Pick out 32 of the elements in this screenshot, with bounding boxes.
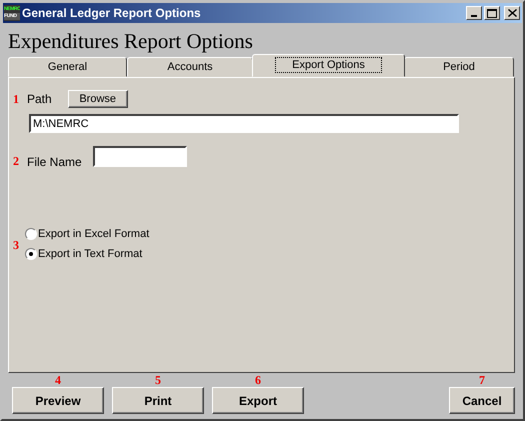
page-heading: Expenditures Report Options xyxy=(7,28,254,53)
file-name-field[interactable] xyxy=(92,146,187,167)
action-button[interactable]: Export xyxy=(212,387,304,414)
field-label: File Name xyxy=(27,154,82,168)
minimize-icon xyxy=(471,15,477,17)
minimize-button[interactable] xyxy=(466,6,482,20)
action-button[interactable]: Preview xyxy=(12,387,104,414)
option-label: Export in Text Format xyxy=(38,248,142,260)
radio-button[interactable] xyxy=(25,228,37,240)
tab[interactable]: Export Options xyxy=(252,54,405,77)
path-field[interactable]: M:\NEMRC xyxy=(29,114,459,133)
action-button[interactable]: Cancel xyxy=(449,387,515,414)
callout-number: 7 xyxy=(479,373,485,387)
callout-number: 1 xyxy=(13,92,20,106)
window-title: General Ledger Report Options xyxy=(22,6,202,20)
callout-number: 5 xyxy=(155,373,161,387)
maximize-button[interactable] xyxy=(484,6,500,20)
tab[interactable]: Accounts xyxy=(127,57,253,77)
callout-number: 6 xyxy=(255,373,261,387)
tab[interactable]: General xyxy=(8,57,127,77)
close-icon xyxy=(508,9,516,17)
field-label: Path xyxy=(27,92,52,106)
close-button[interactable] xyxy=(504,6,520,20)
option-label: Export in Excel Format xyxy=(38,228,150,240)
action-button[interactable]: Print xyxy=(112,387,204,414)
radio-button[interactable] xyxy=(25,248,37,260)
callout-number: 2 xyxy=(13,154,20,169)
callout-number: 4 xyxy=(55,373,61,387)
maximize-icon xyxy=(487,8,497,18)
tab[interactable]: Period xyxy=(404,57,514,77)
callout-number: 3 xyxy=(13,238,20,252)
browse-button[interactable]: Browse xyxy=(68,90,128,108)
